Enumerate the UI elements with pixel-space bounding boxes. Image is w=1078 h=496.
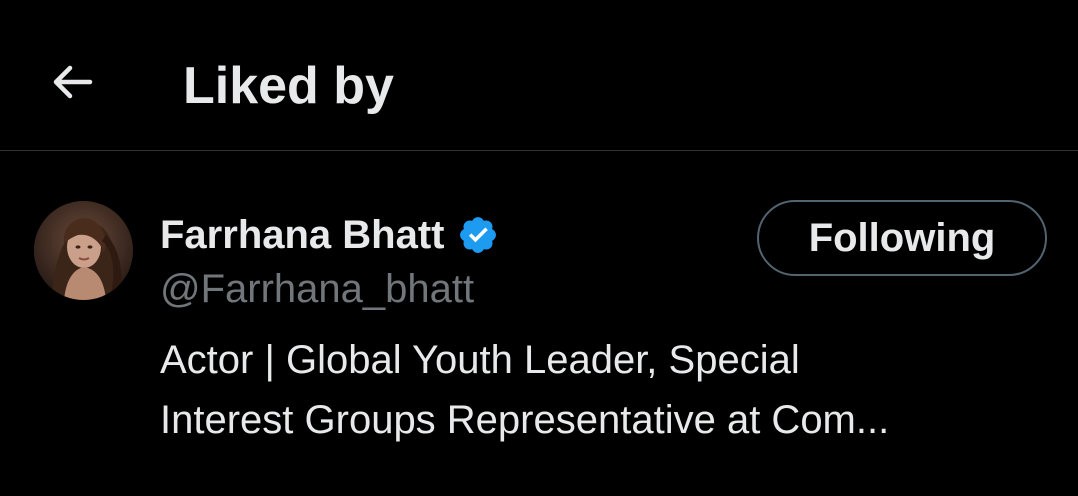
page-title: Liked by [183, 57, 394, 115]
user-handle[interactable]: @Farrhana_bhatt [160, 264, 474, 314]
user-name-row[interactable]: Farrhana Bhatt [160, 210, 499, 260]
avatar[interactable] [34, 201, 133, 300]
user-cell[interactable]: Farrhana Bhatt @Farrhana_bhatt Following… [0, 152, 1078, 496]
following-button[interactable]: Following [757, 200, 1047, 276]
verified-badge-icon [457, 214, 499, 256]
header-bar: Liked by [0, 0, 1078, 151]
bio-line: Actor | Global Youth Leader, Special [160, 338, 800, 382]
user-bio: Actor | Global Youth Leader, Special Int… [160, 330, 1040, 450]
bio-line: Interest Groups Representative at Com... [160, 398, 890, 442]
avatar-image [34, 201, 133, 300]
user-name[interactable]: Farrhana Bhatt [160, 210, 445, 260]
arrow-left-icon [53, 65, 93, 99]
back-button[interactable] [40, 50, 104, 114]
